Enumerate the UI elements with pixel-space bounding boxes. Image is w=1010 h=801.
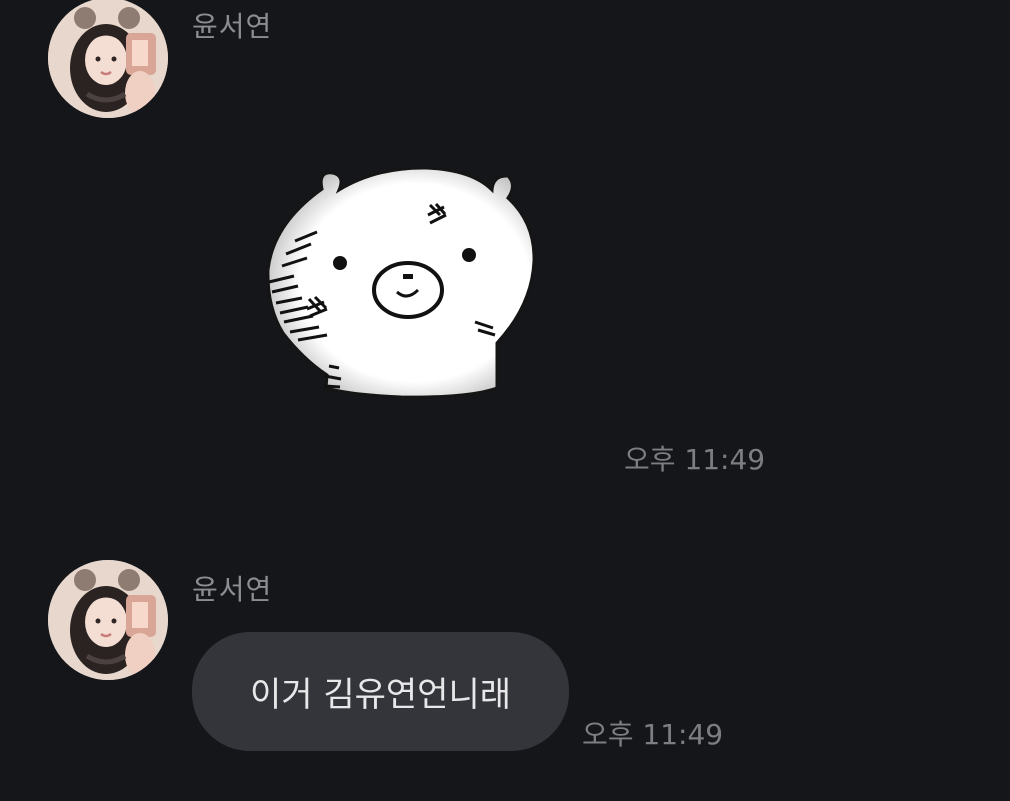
avatar-photo-icon <box>48 0 168 118</box>
chat-view[interactable]: 윤서연 오후 11:49 윤서연 이거 김유연언니래 오후 11:49 <box>0 0 1010 801</box>
sender-name: 윤서연 <box>192 573 273 606</box>
avatar-photo-icon <box>48 560 168 680</box>
message-time: 오후 11:49 <box>624 443 766 476</box>
sender-avatar[interactable] <box>48 0 168 118</box>
message-text: 이거 김유연언니래 <box>249 675 512 715</box>
sender-avatar[interactable] <box>48 560 168 680</box>
bear-sticker[interactable] <box>264 162 542 404</box>
message-bubble[interactable]: 이거 김유연언니래 <box>192 632 569 751</box>
sender-name: 윤서연 <box>192 10 273 43</box>
message-time: 오후 11:49 <box>582 718 724 751</box>
